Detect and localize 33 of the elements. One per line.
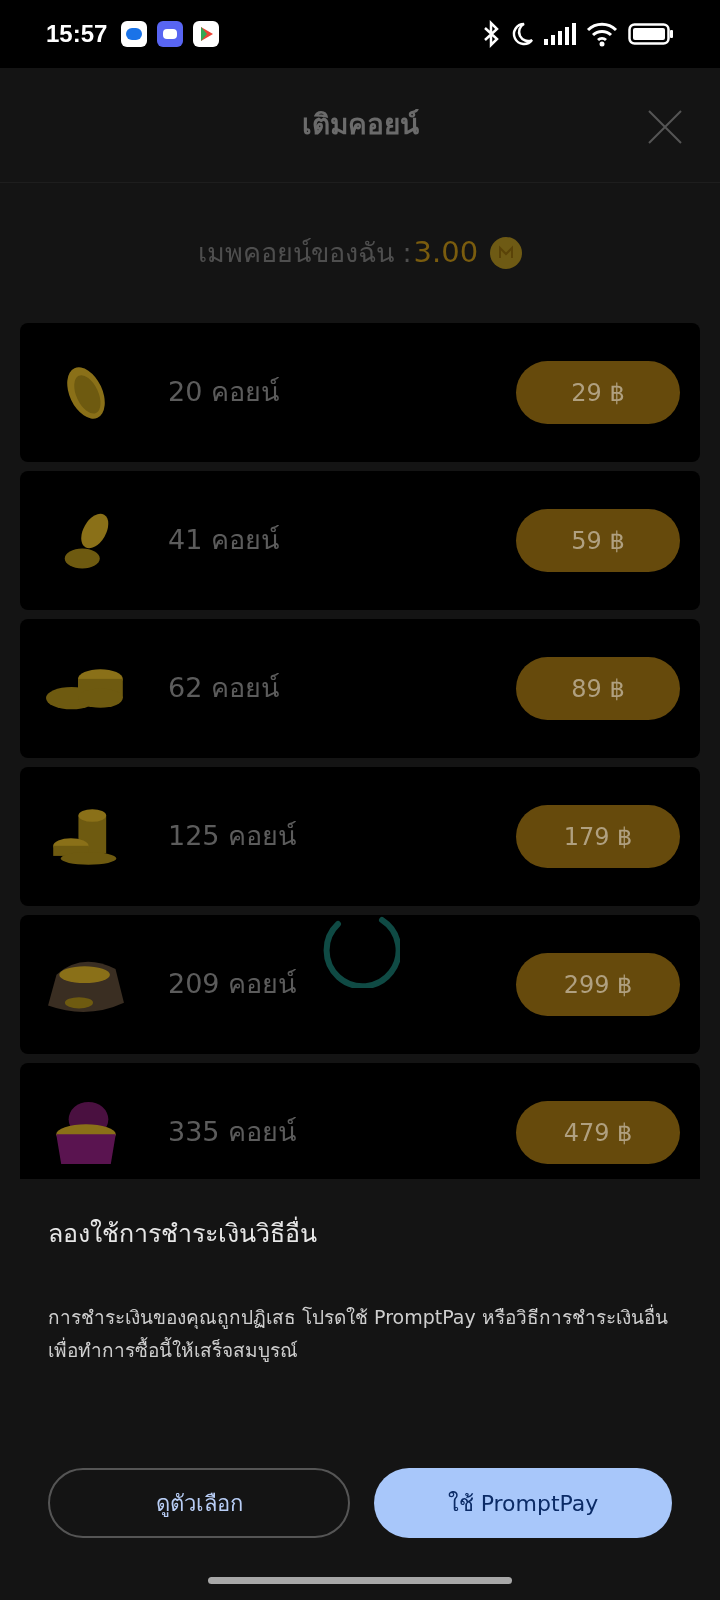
coin-amount: 209 คอยน์ xyxy=(168,967,298,1002)
coin-pile-icon xyxy=(53,807,119,866)
price-button[interactable]: 479 ฿ xyxy=(516,1101,680,1164)
balance-amount: 3.00 xyxy=(413,234,479,272)
close-icon[interactable] xyxy=(648,110,682,144)
coin-amount: 41 คอยน์ xyxy=(168,523,280,558)
play-store-icon xyxy=(193,21,220,47)
page-title: เติมคอยน์ xyxy=(301,107,419,143)
price-button[interactable]: 179 ฿ xyxy=(516,805,680,868)
price-button[interactable]: 89 ฿ xyxy=(516,657,680,720)
coin-amount: 335 คอยน์ xyxy=(168,1115,298,1150)
price-button[interactable]: 299 ฿ xyxy=(516,953,680,1016)
price-button[interactable]: 29 ฿ xyxy=(516,361,680,424)
options-button[interactable]: ดูตัวเลือก xyxy=(48,1468,350,1538)
coin-amount: 125 คอยน์ xyxy=(168,819,298,854)
coin-icon xyxy=(490,237,523,269)
coin-amount: 62 คอยน์ xyxy=(168,671,280,706)
bluetooth-icon xyxy=(482,20,500,48)
status-time: 15:57 xyxy=(46,19,108,49)
wifi-icon xyxy=(586,21,618,47)
coin-stack-icon xyxy=(46,666,126,711)
chat-app-icon xyxy=(157,21,184,47)
coin-amount: 20 คอยน์ xyxy=(168,375,280,410)
price-button[interactable]: 59 ฿ xyxy=(516,509,680,572)
promptpay-button[interactable]: ใช้ PromptPay xyxy=(374,1468,672,1538)
signal-icon xyxy=(544,23,576,45)
sheet-message: การชำระเงินของคุณถูกปฏิเสธ โปรดใช้ PromptPay หรือวิธีการชำระเงินอื่นเพื่อทำการซื้อนี้ให้เสร็จสมบูรณ์ xyxy=(48,1303,669,1364)
moon-icon xyxy=(510,21,534,47)
sheet-title: ลองใช้การชำระเงินวิธีอื่น xyxy=(48,1215,672,1253)
battery-icon xyxy=(628,23,674,45)
balance-label: เมพคอยน์ของฉัน : xyxy=(197,235,412,270)
messages-app-icon xyxy=(121,21,148,47)
treasure-chest-icon xyxy=(56,1101,116,1164)
